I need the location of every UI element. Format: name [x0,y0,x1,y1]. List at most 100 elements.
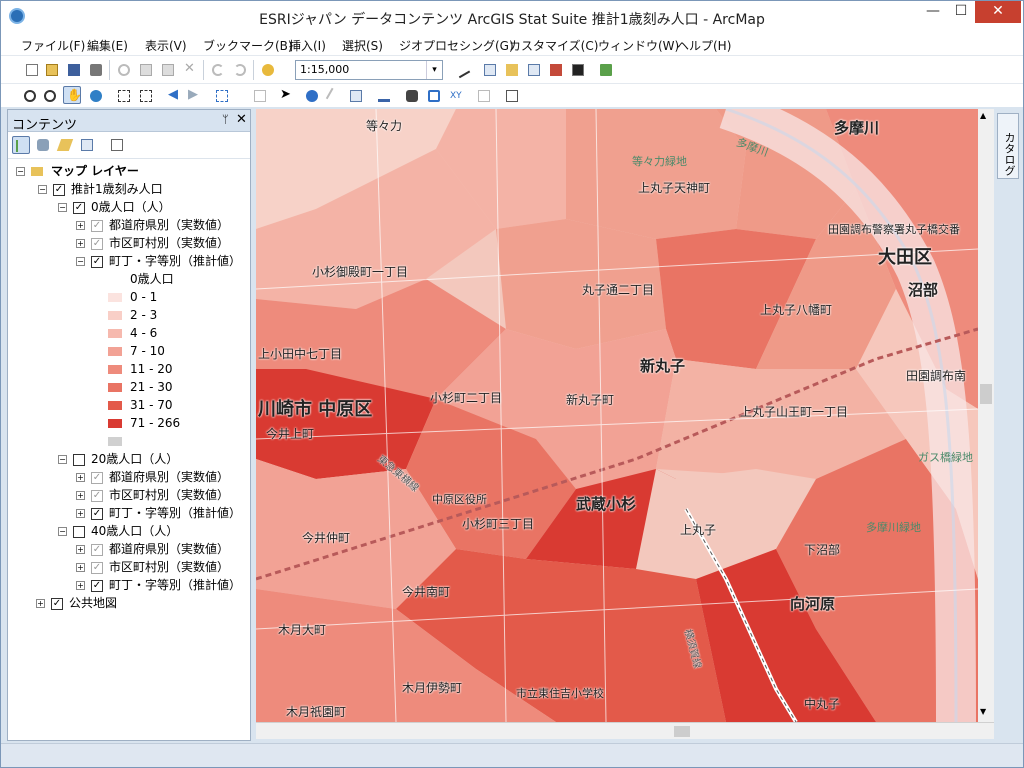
new-icon[interactable] [23,61,41,79]
forward-icon[interactable]: ▶ [185,87,203,105]
group-layer-node[interactable]: − ✓ 推計1歳刻み人口 [38,180,163,198]
scroll-up-icon[interactable]: ▲ [980,111,986,120]
visibility-checkbox[interactable]: ✓ [91,579,103,592]
visibility-checkbox[interactable]: ✓ [91,255,103,268]
collapse-icon[interactable]: − [16,167,25,176]
public-map-node[interactable]: + ✓ 公共地図 [36,594,117,612]
map-scale-combo[interactable]: 1:15,000 ▾ [295,60,443,80]
catalog-side-tab[interactable]: カタログ [997,113,1019,179]
scroll-down-icon[interactable]: ▼ [980,707,986,716]
paste-icon[interactable] [159,61,177,79]
visibility-checkbox[interactable]: ✓ [91,543,103,556]
menu-geoprocessing[interactable]: ジオプロセシング(G) [399,37,514,54]
catalog-icon[interactable] [503,61,521,79]
pan-icon[interactable]: ✋ [63,86,82,104]
editor-icon[interactable] [453,61,471,79]
expand-icon[interactable]: + [76,491,85,500]
select-features-icon[interactable] [213,87,231,105]
visibility-checkbox[interactable] [73,525,85,538]
visibility-checkbox[interactable]: ✓ [53,183,65,196]
visibility-checkbox[interactable]: ✓ [91,507,103,520]
delete-icon[interactable]: ✕ [181,61,199,79]
list-by-visibility-icon[interactable] [56,136,74,154]
expand-icon[interactable]: + [76,473,85,482]
list-by-source-icon[interactable] [34,136,52,154]
age40-city-node[interactable]: + ✓ 市区町村別（実数値） [76,558,229,576]
options-icon[interactable] [108,136,126,154]
visibility-checkbox[interactable]: ✓ [91,561,103,574]
select-icon[interactable]: ➤ [277,87,295,105]
list-by-drawing-order-icon[interactable] [12,136,30,154]
cut-icon[interactable] [115,61,133,79]
collapse-icon[interactable]: − [58,455,67,464]
age0-town-node[interactable]: − ✓ 町丁・字等別（推計値） [76,252,241,270]
expand-icon[interactable]: + [76,563,85,572]
python-icon[interactable] [569,61,587,79]
viewer-icon[interactable] [503,87,521,105]
clear-selection-icon[interactable] [251,87,269,105]
age40-town-node[interactable]: + ✓ 町丁・字等別（推計値） [76,576,241,594]
find-icon[interactable] [403,87,421,105]
menu-bookmarks[interactable]: ブックマーク(B) [203,37,293,54]
age20-city-node[interactable]: + ✓ 市区町村別（実数値） [76,486,229,504]
route-icon[interactable] [425,87,443,105]
map-horizontal-scrollbar[interactable] [256,722,994,739]
age40-pref-node[interactable]: + ✓ 都道府県別（実数値） [76,540,229,558]
expand-icon[interactable]: + [36,599,45,608]
collapse-icon[interactable]: − [58,527,67,536]
visibility-checkbox[interactable]: ✓ [91,471,103,484]
open-icon[interactable] [43,61,61,79]
map-view[interactable]: 等々力 多摩川 多摩川 等々力緑地 上丸子天神町 田園調布警察署丸子橋交番 大田… [256,109,978,722]
age20-town-node[interactable]: + ✓ 町丁・字等別（推計値） [76,504,241,522]
visibility-checkbox[interactable] [73,453,85,466]
age20-pref-node[interactable]: + ✓ 都道府県別（実数値） [76,468,229,486]
measure-icon[interactable] [375,87,393,105]
close-button[interactable]: ✕ [975,1,1021,23]
age20-node[interactable]: − 20歳人口（人） [58,450,178,468]
menu-selection[interactable]: 選択(S) [342,37,383,54]
collapse-icon[interactable]: − [58,203,67,212]
minimize-button[interactable]: — [919,1,947,23]
collapse-icon[interactable]: − [38,185,47,194]
list-by-selection-icon[interactable] [78,136,96,154]
add-data-icon[interactable] [259,61,277,79]
visibility-checkbox[interactable]: ✓ [73,201,85,214]
collapse-icon[interactable]: − [76,257,85,266]
html-popup-icon[interactable] [347,87,365,105]
time-slider-icon[interactable] [475,87,493,105]
pin-icon[interactable]: ᛘ [222,113,229,126]
visibility-checkbox[interactable]: ✓ [91,489,103,502]
expand-icon[interactable]: + [76,239,85,248]
menu-customize[interactable]: カスタマイズ(C) [509,37,598,54]
fixed-zoom-out-icon[interactable] [137,87,155,105]
menu-view[interactable]: 表示(V) [145,37,187,54]
age40-node[interactable]: − 40歳人口（人） [58,522,178,540]
save-icon[interactable] [65,61,83,79]
zoom-out-icon[interactable] [41,87,59,105]
table-icon[interactable] [481,61,499,79]
menu-windows[interactable]: ウィンドウ(W) [598,37,679,54]
search-icon[interactable] [525,61,543,79]
age0-node[interactable]: − ✓ 0歳人口（人） [58,198,171,216]
scroll-thumb[interactable] [980,384,992,404]
globe-icon[interactable] [87,87,105,105]
expand-icon[interactable]: + [76,509,85,518]
scroll-thumb[interactable] [674,726,690,737]
age0-city-node[interactable]: + ✓ 市区町村別（実数値） [76,234,229,252]
map-layers-node[interactable]: − マップ レイヤー [16,162,139,180]
redo-icon[interactable] [231,61,249,79]
menu-insert[interactable]: 挿入(I) [289,37,326,54]
close-icon[interactable]: ✕ [236,112,247,127]
menu-file[interactable]: ファイル(F) [21,37,85,54]
print-icon[interactable] [87,61,105,79]
menu-edit[interactable]: 編集(E) [87,37,128,54]
zoom-in-icon[interactable] [21,87,39,105]
chevron-down-icon[interactable]: ▾ [426,61,442,79]
back-icon[interactable]: ◀ [165,87,183,105]
map-vertical-scrollbar[interactable]: ▲ ▼ [978,109,994,722]
maximize-button[interactable]: ☐ [947,1,975,23]
expand-icon[interactable]: + [76,581,85,590]
identify-icon[interactable] [303,87,321,105]
arctoolbox-icon[interactable] [547,61,565,79]
hyperlink-icon[interactable] [325,87,343,105]
